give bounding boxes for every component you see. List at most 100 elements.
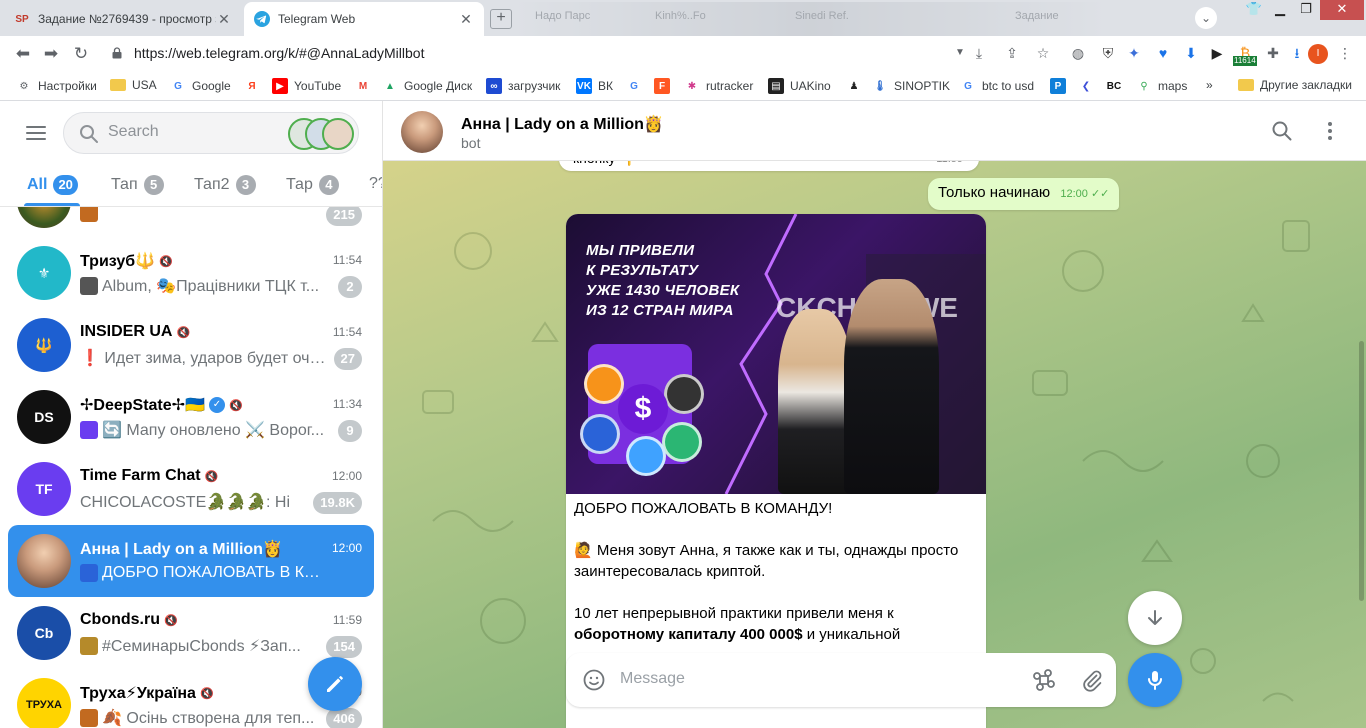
shirt-icon[interactable]: 👕 (1240, 0, 1268, 20)
bookmark-item[interactable]: ✱ rutracker (684, 78, 754, 94)
dropdown-icon[interactable]: ▼ (951, 44, 969, 62)
bookmark-item[interactable]: P (1050, 78, 1072, 94)
outgoing-message[interactable]: Только начинаю 12:00 ✓✓ (928, 178, 1120, 210)
scroll-to-bottom-button[interactable] (1128, 591, 1182, 645)
search-icon[interactable] (1270, 119, 1294, 143)
bookmark-item[interactable]: Я (244, 78, 266, 94)
bookmark-item[interactable]: G Google (170, 78, 231, 94)
chat-title[interactable]: Анна | Lady on a Million👸 (461, 114, 664, 134)
install-app-icon[interactable]: ⤓ (970, 44, 988, 62)
bookmark-item[interactable]: Gbtc to usd (960, 78, 1034, 94)
back-icon[interactable]: ⬅ (12, 43, 34, 65)
downloads-icon[interactable]: ⭳ (1288, 44, 1306, 62)
menu-kebab-icon[interactable]: ⋮ (1336, 44, 1354, 62)
ghost-tab[interactable]: Kinh%..Fo (655, 10, 706, 22)
chat-list-item[interactable]: DS ✢DeepState✢🇺🇦 ✓ 🔇 11:34 🔄 Мапу оновлено ⚔️… (8, 381, 374, 453)
attach-icon[interactable] (1080, 668, 1104, 692)
vpn-extension-icon[interactable]: ✦ (1125, 44, 1143, 62)
chat-scrollbar[interactable] (1359, 341, 1364, 601)
ghost-tab[interactable]: Sinedi Ref. (795, 10, 849, 22)
chat-list-item[interactable]: 215 (8, 207, 374, 237)
double-check-icon: ✓✓ (1090, 188, 1110, 200)
download-extension-icon[interactable]: ⬇ (1182, 44, 1200, 62)
media-thumbnail (80, 637, 98, 655)
bookmark-label: UAKino (790, 79, 831, 93)
compose-button[interactable] (308, 657, 362, 711)
sp-favicon-icon: SP (15, 13, 29, 25)
extensions-puzzle-icon[interactable]: ✚ (1264, 44, 1282, 62)
browser-tab-task[interactable]: SP Задание №2769439 - просмотр з ✕ (4, 2, 242, 36)
bookmark-item[interactable]: G (626, 78, 648, 94)
emoji-icon[interactable] (582, 668, 606, 692)
new-tab-button[interactable]: + (490, 9, 512, 29)
chat-list-item[interactable]: Cb Cbonds.ru 🔇 11:59 #СеминарыCbonds ⚡Зап...… (8, 597, 374, 669)
main-menu-icon[interactable] (26, 126, 46, 140)
message-paragraph: 🙋 Меня зовут Анна, я также как и ты, одн… (574, 542, 959, 580)
browser-tab-telegram[interactable]: Telegram Web ✕ (244, 2, 484, 36)
chat-list-item[interactable]: Анна | Lady on a Million👸 12:00 ДОБРО ПОЖА… (8, 525, 374, 597)
folder-tab[interactable]: Тап 5 (111, 175, 164, 195)
reload-icon[interactable]: ↻ (70, 43, 92, 65)
profile-avatar[interactable]: I (1308, 44, 1328, 64)
heart-extension-icon[interactable]: ♥ (1154, 44, 1172, 62)
bookmark-item[interactable]: BC (1106, 78, 1128, 94)
voice-record-button[interactable] (1128, 653, 1182, 707)
message-composer[interactable] (566, 653, 1116, 707)
bookmark-item[interactable]: F (654, 78, 676, 94)
bot-avatar[interactable] (401, 111, 443, 153)
ghost-tab[interactable]: Задание (1015, 10, 1059, 22)
youtube-icon: ▶ (272, 78, 288, 94)
folder-tab[interactable]: Тап2 3 (194, 175, 256, 195)
close-tab-icon[interactable]: ✕ (216, 11, 232, 28)
translate-icon: G (630, 80, 638, 92)
message-text: ДОБРО ПОЖАЛОВАТЬ В КОМАНДУ! 🙋 Меня зовут… (574, 498, 978, 666)
ghost-tab[interactable]: Надо Парс (535, 10, 590, 22)
bookmark-item[interactable]: VK ВК (576, 78, 613, 94)
minimize-icon[interactable]: ▁ (1266, 0, 1294, 20)
chat-list-item[interactable]: TF Time Farm Chat 🔇 12:00 CHICOLACOSTE🐊🐊🐊: H… (8, 453, 374, 525)
folder-tab[interactable]: ?? (369, 175, 382, 193)
lock-icon[interactable] (112, 47, 122, 59)
folder-label: Тап (111, 176, 138, 193)
search-box[interactable] (63, 112, 359, 154)
verified-icon: ✓ (208, 397, 225, 413)
bookmark-item[interactable]: » (1206, 78, 1213, 92)
bookmark-item[interactable]: ⚲ maps (1136, 78, 1187, 94)
yandex-icon: Я (248, 80, 256, 92)
chat-list-item[interactable]: 🔱 INSIDER UA 🔇 11:54 ❗ Идет зима, ударов буд… (8, 309, 374, 381)
bookmark-item[interactable]: M (355, 78, 377, 94)
bot-commands-icon[interactable] (1032, 668, 1056, 692)
chat-list-item[interactable]: ⚜ Тризуб🔱 🔇 11:54 Album, 🎭Працівники ТЦК т..… (8, 237, 374, 309)
bookmark-item[interactable]: ❮ (1078, 78, 1100, 94)
bookmark-item[interactable]: ▶ YouTube (272, 78, 341, 94)
search-input[interactable] (108, 123, 278, 141)
folder-tab[interactable]: All 20 (27, 175, 78, 195)
bookmark-item[interactable]: ▲ Google Диск (382, 78, 472, 94)
restore-icon[interactable]: ❐ (1292, 0, 1320, 20)
globe-extension-icon[interactable]: ◍ (1069, 44, 1087, 62)
stories-avatars[interactable] (288, 118, 354, 150)
bookmark-item[interactable]: ▤ UAKino (768, 78, 831, 94)
promo-image[interactable]: CKCHAIN WE МЫ ПРИВЕЛИ К РЕЗУЛЬТАТУ УЖЕ 1… (566, 214, 986, 494)
tab-search-icon[interactable]: ⌄ (1195, 7, 1217, 29)
message-input[interactable] (620, 670, 1000, 688)
story-avatar[interactable] (322, 118, 354, 150)
star-icon[interactable]: ☆ (1034, 44, 1052, 62)
bookmark-item[interactable]: ⚙ Настройки (16, 78, 97, 94)
folder-tab[interactable]: Тар 4 (286, 175, 339, 195)
bookmark-item[interactable]: ♟ (846, 78, 868, 94)
share-icon[interactable]: ⇪ (1003, 44, 1021, 62)
close-tab-icon[interactable]: ✕ (458, 11, 474, 28)
chat-header[interactable]: Анна | Lady on a Million👸 bot (383, 101, 1366, 161)
terminal-extension-icon[interactable]: ▶ (1208, 44, 1226, 62)
more-vertical-icon[interactable] (1318, 119, 1342, 143)
bookmark-item[interactable]: USA (110, 78, 157, 92)
close-window-icon[interactable]: ✕ (1320, 0, 1364, 20)
ublock-extension-icon[interactable]: ⛨ (1099, 44, 1117, 62)
address-bar[interactable]: https://web.telegram.org/k/#@AnnaLadyMil… (134, 45, 424, 61)
forward-icon[interactable]: ➡ (40, 43, 62, 65)
incoming-media-message[interactable]: CKCHAIN WE МЫ ПРИВЕЛИ К РЕЗУЛЬТАТУ УЖЕ 1… (566, 214, 986, 728)
bookmark-item[interactable]: 🌡 SINOPTIK (872, 78, 950, 94)
bookmark-item[interactable]: ∞ загрузчик (486, 78, 560, 94)
bookmark-item[interactable]: Другие закладки (1238, 78, 1352, 92)
